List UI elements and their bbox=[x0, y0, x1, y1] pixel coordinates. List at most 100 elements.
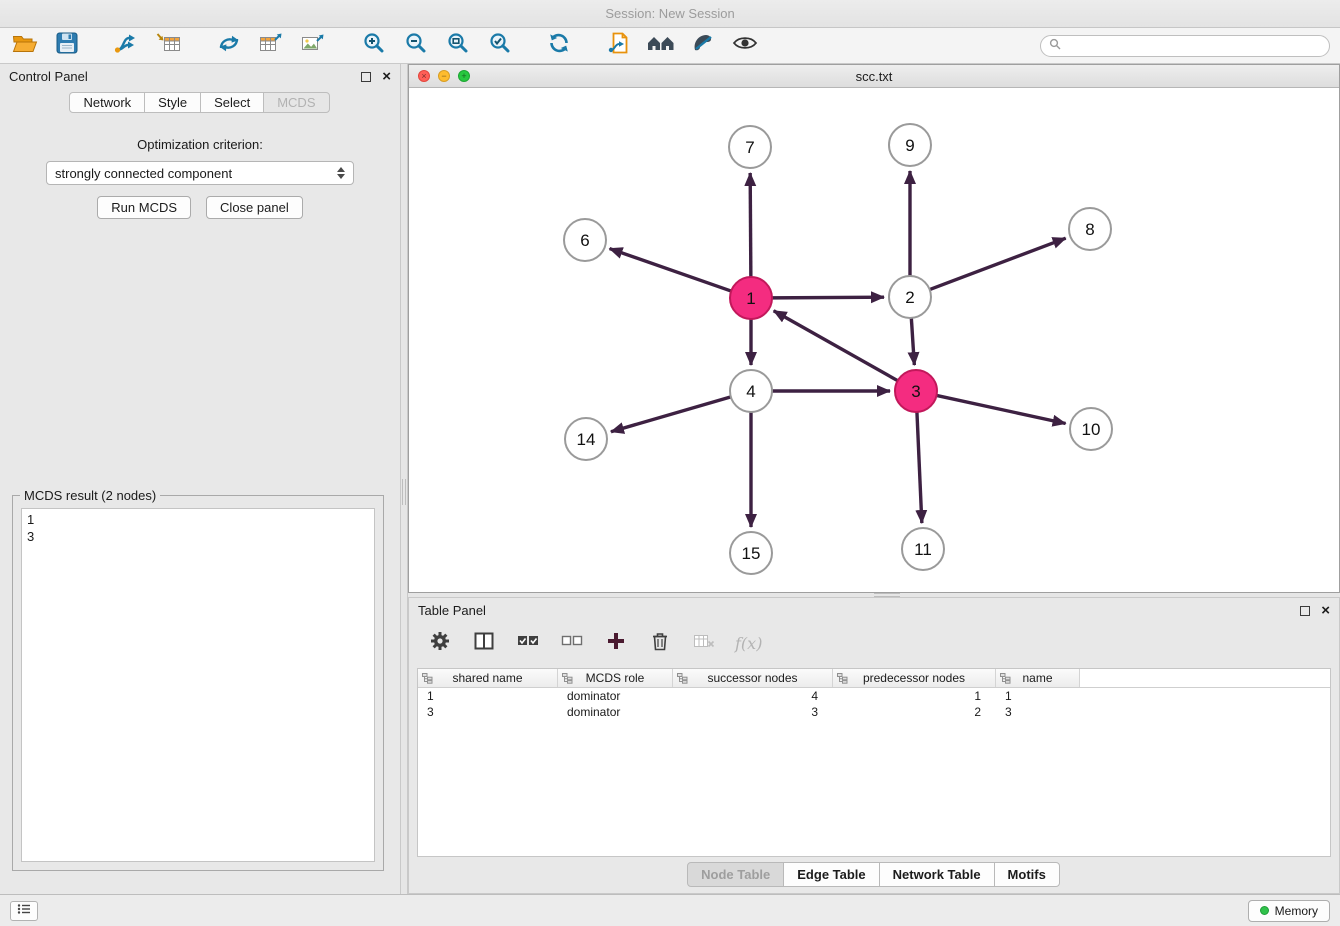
column-header-mcds-role[interactable]: MCDS role bbox=[558, 669, 673, 687]
memory-button[interactable]: Memory bbox=[1248, 900, 1330, 922]
node-label: 3 bbox=[911, 382, 920, 401]
node-15[interactable]: 15 bbox=[730, 532, 772, 574]
node-7[interactable]: 7 bbox=[729, 126, 771, 168]
annotation-button[interactable] bbox=[602, 31, 636, 61]
node-14[interactable]: 14 bbox=[565, 418, 607, 460]
close-panel-icon[interactable]: × bbox=[382, 69, 391, 84]
vertical-splitter[interactable] bbox=[400, 64, 408, 894]
table-cell: 2 bbox=[833, 704, 996, 720]
export-image-button[interactable] bbox=[296, 31, 330, 61]
control-panel-header: Control Panel × bbox=[0, 64, 400, 89]
node-2[interactable]: 2 bbox=[889, 276, 931, 318]
add-row-button[interactable] bbox=[603, 630, 629, 656]
node-9[interactable]: 9 bbox=[889, 124, 931, 166]
home-button[interactable] bbox=[644, 31, 678, 61]
task-history-button[interactable] bbox=[10, 901, 38, 921]
plus-icon bbox=[607, 632, 625, 655]
edge-3-10[interactable] bbox=[937, 395, 1066, 423]
close-table-panel-icon[interactable]: × bbox=[1321, 603, 1330, 618]
vertical-splitter-grip[interactable] bbox=[402, 479, 406, 505]
traffic-lights: × − + bbox=[418, 70, 470, 82]
edge-3-1[interactable] bbox=[774, 311, 898, 381]
tab-select[interactable]: Select bbox=[200, 92, 264, 113]
minimize-window-icon[interactable]: − bbox=[438, 70, 450, 82]
table-panel: Table Panel × f(x) shared nameMCDS bbox=[408, 597, 1340, 894]
edge-4-14[interactable] bbox=[611, 397, 731, 432]
table-toolbar: f(x) bbox=[409, 623, 1339, 663]
control-panel: Control Panel × NetworkStyleSelectMCDS O… bbox=[0, 64, 400, 894]
save-session-button[interactable] bbox=[50, 31, 84, 61]
paintbrush-icon bbox=[691, 32, 715, 59]
column-header-label: name bbox=[1022, 671, 1052, 685]
tab-edge-table[interactable]: Edge Table bbox=[783, 862, 879, 887]
import-network-button[interactable] bbox=[110, 31, 144, 61]
edge-1-6[interactable] bbox=[610, 249, 732, 291]
network-view-window: × − + scc.txt 1234678910111415 bbox=[408, 64, 1340, 593]
node-label: 2 bbox=[905, 288, 914, 307]
edge-3-11[interactable] bbox=[917, 412, 922, 523]
close-window-icon[interactable]: × bbox=[418, 70, 430, 82]
refresh-button[interactable] bbox=[542, 31, 576, 61]
mcds-result-list[interactable]: 1 3 bbox=[21, 508, 375, 862]
table-row[interactable]: 1dominator411 bbox=[418, 688, 1330, 704]
visibility-button[interactable] bbox=[728, 31, 762, 61]
style-button[interactable] bbox=[686, 31, 720, 61]
node-11[interactable]: 11 bbox=[902, 528, 944, 570]
function-builder-button[interactable]: f(x) bbox=[735, 630, 762, 656]
table-row[interactable]: 3dominator323 bbox=[418, 704, 1330, 720]
edge-2-8[interactable] bbox=[930, 238, 1066, 289]
import-table-button[interactable] bbox=[152, 31, 186, 61]
table-settings-button[interactable] bbox=[427, 630, 453, 656]
column-header-name[interactable]: name bbox=[996, 669, 1080, 687]
column-header-predecessor-nodes[interactable]: predecessor nodes bbox=[833, 669, 996, 687]
zoom-out-button[interactable] bbox=[398, 31, 432, 61]
criterion-dropdown[interactable]: strongly connected component bbox=[46, 161, 354, 185]
column-tree-icon bbox=[837, 673, 848, 687]
select-all-button[interactable] bbox=[515, 630, 541, 656]
edge-2-3[interactable] bbox=[911, 318, 914, 365]
close-panel-button[interactable]: Close panel bbox=[206, 196, 303, 219]
show-column-button[interactable] bbox=[471, 630, 497, 656]
toolbar-search-field[interactable] bbox=[1040, 35, 1330, 57]
zoom-selected-button[interactable] bbox=[482, 31, 516, 61]
export-network-icon bbox=[216, 32, 242, 59]
search-input[interactable] bbox=[1066, 39, 1321, 53]
column-tree-icon bbox=[422, 673, 433, 687]
column-header-successor-nodes[interactable]: successor nodes bbox=[673, 669, 833, 687]
export-table-icon bbox=[258, 31, 284, 60]
column-header-shared-name[interactable]: shared name bbox=[418, 669, 558, 687]
graph-svg[interactable]: 1 2 3 4 6 7 8 9 10 11 14 15 bbox=[409, 89, 1339, 592]
deselect-all-button[interactable] bbox=[559, 630, 585, 656]
tab-node-table[interactable]: Node Table bbox=[687, 862, 784, 887]
delete-row-button[interactable] bbox=[647, 630, 673, 656]
float-table-panel-icon[interactable] bbox=[1300, 606, 1310, 616]
tab-mcds[interactable]: MCDS bbox=[263, 92, 329, 113]
node-8[interactable]: 8 bbox=[1069, 208, 1111, 250]
zoom-in-button[interactable] bbox=[356, 31, 390, 61]
tab-network[interactable]: Network bbox=[69, 92, 145, 113]
window-title: Session: New Session bbox=[605, 6, 734, 21]
export-network-button[interactable] bbox=[212, 31, 246, 61]
edge-1-7[interactable] bbox=[750, 173, 751, 277]
select-all-icon bbox=[517, 634, 539, 653]
float-panel-icon[interactable] bbox=[361, 72, 371, 82]
open-file-button[interactable] bbox=[8, 31, 42, 61]
memory-label: Memory bbox=[1275, 904, 1318, 918]
tab-style[interactable]: Style bbox=[144, 92, 201, 113]
node-10[interactable]: 10 bbox=[1070, 408, 1112, 450]
node-6[interactable]: 6 bbox=[564, 219, 606, 261]
table-cell: 1 bbox=[418, 688, 558, 704]
tab-motifs[interactable]: Motifs bbox=[994, 862, 1060, 887]
zoom-fit-button[interactable] bbox=[440, 31, 474, 61]
zoom-window-icon[interactable]: + bbox=[458, 70, 470, 82]
network-canvas[interactable]: 1 2 3 4 6 7 8 9 10 11 14 15 bbox=[409, 89, 1339, 592]
edge-1-2[interactable] bbox=[772, 297, 884, 298]
tab-network-table[interactable]: Network Table bbox=[879, 862, 995, 887]
node-1[interactable]: 1 bbox=[730, 277, 772, 319]
column-header-label: successor nodes bbox=[707, 671, 797, 685]
run-mcds-button[interactable]: Run MCDS bbox=[97, 196, 191, 219]
node-4[interactable]: 4 bbox=[730, 370, 772, 412]
delete-column-button[interactable] bbox=[691, 630, 717, 656]
export-table-button[interactable] bbox=[254, 31, 288, 61]
node-3[interactable]: 3 bbox=[895, 370, 937, 412]
